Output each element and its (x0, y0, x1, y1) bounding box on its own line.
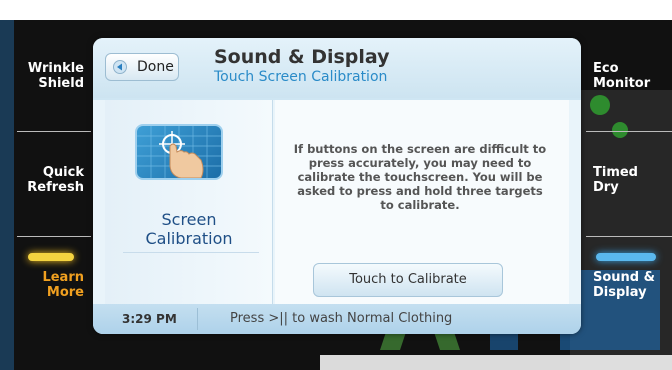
learn-more-label-2: More (46, 285, 84, 300)
sidebar-item-wrinkle-shield[interactable]: Wrinkle Shield (14, 61, 84, 91)
wrinkle-shield-label-1: Wrinkle (27, 61, 84, 76)
sidebar-item-timed-dry[interactable]: Timed Dry (593, 165, 663, 195)
screen-calibration-line2: Calibration (145, 229, 233, 248)
sidebar-item-learn-more[interactable]: Learn More (14, 270, 84, 300)
wrinkle-shield-label-2: Shield (38, 76, 84, 91)
sidebar-divider (586, 131, 672, 132)
timed-dry-label-1: Timed (593, 165, 638, 180)
status-bar: 3:29 PM Press >|| to wash Normal Clothin… (93, 304, 581, 334)
left-bezel-edge (0, 20, 14, 370)
eco-monitor-label-1: Eco (593, 61, 619, 76)
sidebar-divider (17, 236, 91, 237)
quick-refresh-label-2: Refresh (27, 180, 84, 195)
wash-status-text: Press >|| to wash Normal Clothing (230, 311, 453, 326)
sound-display-dialog: Done Sound & Display Touch Screen Calibr… (93, 38, 581, 334)
dialog-subtitle: Touch Screen Calibration (214, 69, 388, 85)
sidebar-divider (17, 131, 91, 132)
clock-time: 3:29 PM (122, 312, 177, 326)
selection-glow-indicator (596, 253, 656, 261)
back-arrow-icon (111, 58, 129, 76)
sound-display-label-1: Sound & (593, 270, 655, 285)
sound-display-label-2: Display (593, 285, 647, 300)
sidebar-divider (586, 236, 672, 237)
touch-to-calibrate-button[interactable]: Touch to Calibrate (313, 263, 503, 297)
panel-divider (123, 252, 259, 253)
screen-calibration-line1: Screen (161, 210, 217, 229)
calibration-option-panel[interactable]: Screen Calibration (105, 100, 273, 304)
screen-calibration-label: Screen Calibration (105, 210, 273, 248)
selection-glow-indicator (28, 253, 74, 261)
dialog-body: Screen Calibration If buttons on the scr… (93, 100, 581, 304)
quick-refresh-label-1: Quick (42, 165, 84, 180)
calibration-description: If buttons on the screen are difficult t… (293, 142, 547, 212)
sidebar-item-quick-refresh[interactable]: Quick Refresh (14, 165, 84, 195)
sidebar-item-sound-display[interactable]: Sound & Display (593, 270, 663, 300)
status-bar-divider (197, 308, 198, 330)
top-bezel (0, 0, 672, 20)
done-button-label: Done (137, 59, 174, 75)
timed-dry-label-2: Dry (593, 180, 619, 195)
learn-more-label-1: Learn (42, 270, 84, 285)
sidebar-item-eco-monitor[interactable]: Eco Monitor (593, 61, 663, 91)
calibration-info-panel: If buttons on the screen are difficult t… (275, 100, 569, 304)
dialog-header: Done Sound & Display Touch Screen Calibr… (93, 38, 581, 98)
done-button[interactable]: Done (105, 53, 179, 81)
dialog-title: Sound & Display (214, 46, 390, 68)
eco-monitor-label-2: Monitor (593, 76, 651, 91)
touch-calibration-icon (135, 124, 223, 180)
